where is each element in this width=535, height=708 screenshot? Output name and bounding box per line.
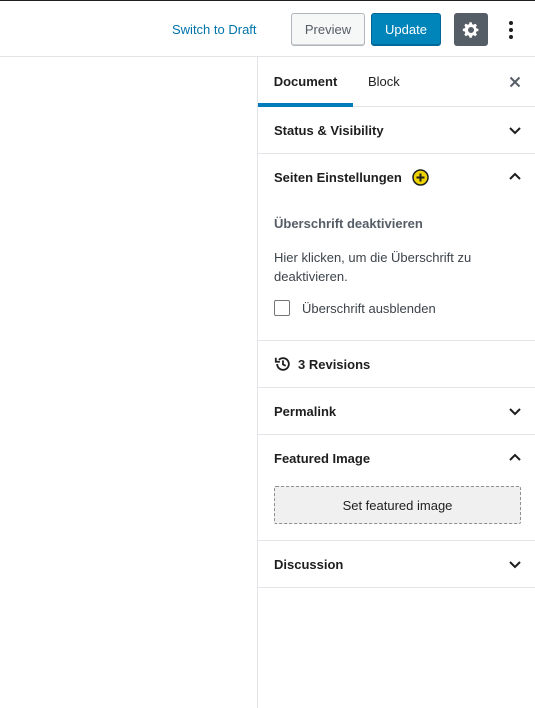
chevron-up-icon	[509, 172, 521, 180]
panel-title: Status & Visibility	[274, 122, 384, 138]
panel-title: Featured Image	[274, 450, 371, 466]
panel-status-visibility-toggle[interactable]: Status & Visibility	[258, 107, 535, 153]
revisions-link[interactable]: 3 Revisions	[258, 341, 535, 387]
panel-featured-image-toggle[interactable]: Featured Image	[258, 435, 535, 481]
seiten-subheading: Überschrift deaktivieren	[274, 216, 423, 231]
editor-page: Switch to Draft Preview Update Document …	[0, 0, 535, 708]
panel-permalink: Permalink	[258, 388, 535, 435]
chevron-down-icon	[509, 408, 521, 416]
editor-header: Switch to Draft Preview Update	[0, 0, 535, 57]
hide-heading-label: Überschrift ausblenden	[302, 300, 436, 316]
vertical-ellipsis-icon	[509, 20, 513, 39]
hide-heading-checkbox-row[interactable]: Überschrift ausblenden	[274, 300, 519, 316]
gear-icon	[462, 21, 479, 38]
set-featured-image-button[interactable]: Set featured image	[274, 486, 521, 524]
panel-title-wrap: Seiten Einstellungen	[274, 168, 507, 186]
chevron-up-icon	[509, 453, 521, 461]
panel-featured-image-body: Set featured image	[258, 481, 535, 540]
panel-seiten-body: Überschrift deaktivieren Hier klicken, u…	[258, 200, 535, 340]
tab-document[interactable]: Document	[258, 57, 353, 107]
panel-discussion: Discussion	[258, 541, 535, 588]
more-options-button[interactable]	[498, 13, 524, 46]
revisions-label: 3 Revisions	[298, 356, 371, 372]
tab-block[interactable]: Block	[353, 57, 415, 106]
history-icon	[274, 357, 290, 371]
panel-discussion-toggle[interactable]: Discussion	[258, 541, 535, 587]
sidebar-tabs: Document Block	[258, 57, 535, 107]
preview-button[interactable]: Preview	[291, 13, 365, 46]
close-icon	[509, 76, 521, 88]
chevron-down-icon	[509, 561, 521, 569]
update-button[interactable]: Update	[371, 13, 441, 46]
panel-title: Discussion	[274, 556, 344, 572]
panel-seiten-einstellungen: Seiten Einstellungen Überschrift deaktiv…	[258, 154, 535, 341]
switch-to-draft-button[interactable]: Switch to Draft	[172, 19, 257, 41]
panel-featured-image: Featured Image Set featured image	[258, 435, 535, 541]
hide-heading-checkbox[interactable]	[274, 300, 290, 316]
chevron-down-icon	[509, 127, 521, 135]
panel-revisions: 3 Revisions	[258, 341, 535, 388]
panel-title: Permalink	[274, 403, 337, 419]
plus-circle-icon	[412, 168, 429, 186]
seiten-description: Hier klicken, um die Überschrift zu deak…	[274, 250, 472, 284]
panel-status-visibility: Status & Visibility	[258, 107, 535, 154]
close-sidebar-button[interactable]	[505, 72, 525, 92]
settings-button[interactable]	[454, 13, 488, 46]
panel-permalink-toggle[interactable]: Permalink	[258, 388, 535, 434]
settings-sidebar: Document Block Status & Visibility Seite…	[257, 57, 535, 708]
panel-seiten-toggle[interactable]: Seiten Einstellungen	[258, 154, 535, 200]
panel-title: Seiten Einstellungen	[274, 169, 402, 185]
